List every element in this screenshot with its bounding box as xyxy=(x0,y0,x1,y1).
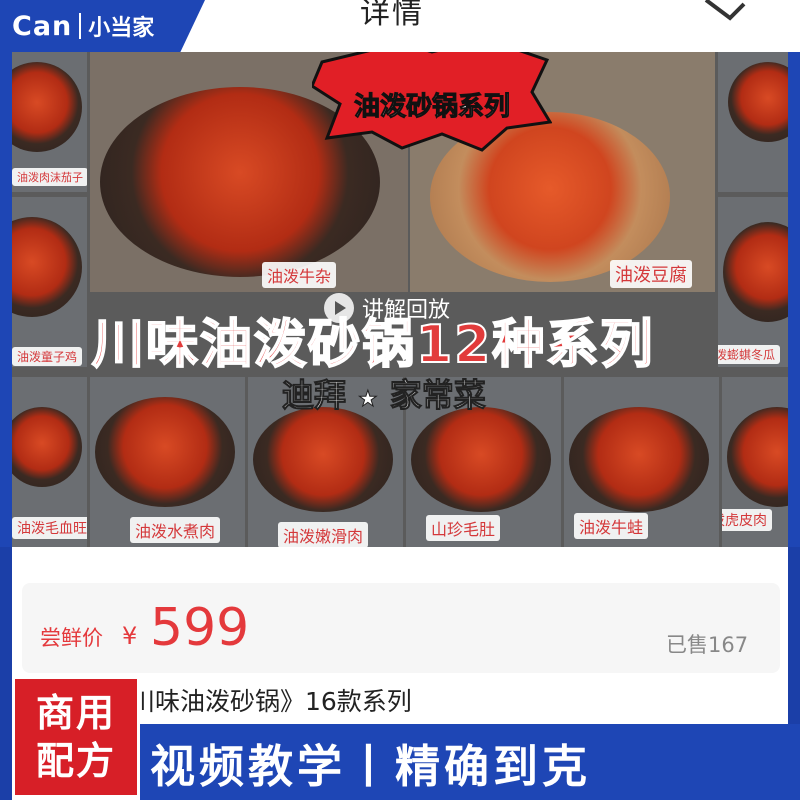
video-player[interactable]: 油泼肉沫茄子 油泼牛杂 油泼豆腐 油泼童子鸡 油泼蟛蜞冬瓜 油泼毛血旺 油泼水煮… xyxy=(12,52,788,547)
clay-pot-image xyxy=(411,407,551,512)
dish-tile: 油泼虎皮肉 xyxy=(722,377,788,547)
product-title[interactable]: 川味油泼砂锅》16款系列 xyxy=(130,682,412,718)
dish-label: 油泼肉沫茄子 xyxy=(12,168,87,186)
clay-pot-image xyxy=(12,217,82,317)
dish-tile: 油泼毛血旺 xyxy=(12,377,87,547)
dish-tile: 油泼水煮肉 xyxy=(90,377,245,547)
clay-pot-image xyxy=(569,407,709,512)
clay-pot-image xyxy=(253,407,393,512)
clay-pot-image xyxy=(12,407,82,487)
badge-line-1: 商用 xyxy=(35,690,116,735)
frame-left xyxy=(0,52,12,547)
dish-label: 油泼童子鸡 xyxy=(12,347,83,366)
dish-tile xyxy=(718,52,788,192)
dish-tile: 油泼蟛蜞冬瓜 xyxy=(718,197,788,367)
replay-label: 讲解回放 xyxy=(362,298,451,323)
video-subtitle: 迪拜 ★ 家常菜 xyxy=(281,370,486,416)
clay-pot-image xyxy=(95,397,235,507)
commercial-recipe-badge: 商用 配方 xyxy=(12,676,140,798)
dish-label: 油泼豆腐 xyxy=(610,260,692,288)
dish-tile: 油泼肉沫茄子 xyxy=(12,52,87,192)
clay-pot-image xyxy=(723,222,788,322)
dish-label: 油泼牛杂 xyxy=(262,262,337,288)
promo-banner-text: 视频教学丨精确到克 xyxy=(150,740,592,793)
dish-label: 油泼虎皮肉 xyxy=(722,509,772,531)
brand-name: 小当家 xyxy=(88,16,155,41)
subtitle-right: 家常菜 xyxy=(389,376,486,415)
play-icon xyxy=(324,293,354,323)
dish-tile: 油泼童子鸡 xyxy=(12,197,87,367)
badge-line-2: 配方 xyxy=(35,738,116,783)
price-value: 599 xyxy=(150,598,250,658)
subtitle-left: 迪拜 xyxy=(281,376,347,415)
price-label: 尝鲜价 xyxy=(40,626,103,650)
sold-count: 已售167 xyxy=(666,633,749,657)
page-title: 详情 xyxy=(360,0,424,31)
price-currency: ¥ xyxy=(122,622,138,650)
clay-pot-image xyxy=(728,62,788,142)
dish-label: 油泼蟛蜞冬瓜 xyxy=(718,345,781,364)
dish-tile: 油泼牛蛙 xyxy=(564,377,719,547)
brand-logo: Can xyxy=(12,10,73,42)
series-banner-text: 油泼砂锅系列 xyxy=(353,92,510,123)
clay-pot-image xyxy=(727,407,788,507)
dish-label: 油泼毛血旺 xyxy=(12,517,87,539)
dish-label: 油泼嫩滑肉 xyxy=(278,522,369,547)
dish-label: 油泼水煮肉 xyxy=(130,517,221,543)
share-icon[interactable] xyxy=(700,0,750,22)
dish-label: 油泼牛蛙 xyxy=(574,513,649,539)
clay-pot-image xyxy=(12,62,82,152)
frame-right xyxy=(788,52,800,547)
brand-divider xyxy=(79,13,82,39)
dish-label: 山珍毛肚 xyxy=(426,515,501,541)
replay-button[interactable]: 讲解回放 xyxy=(324,292,450,324)
subtitle-separator: ★ xyxy=(358,387,379,413)
brand-badge: Can 小当家 xyxy=(0,0,205,52)
